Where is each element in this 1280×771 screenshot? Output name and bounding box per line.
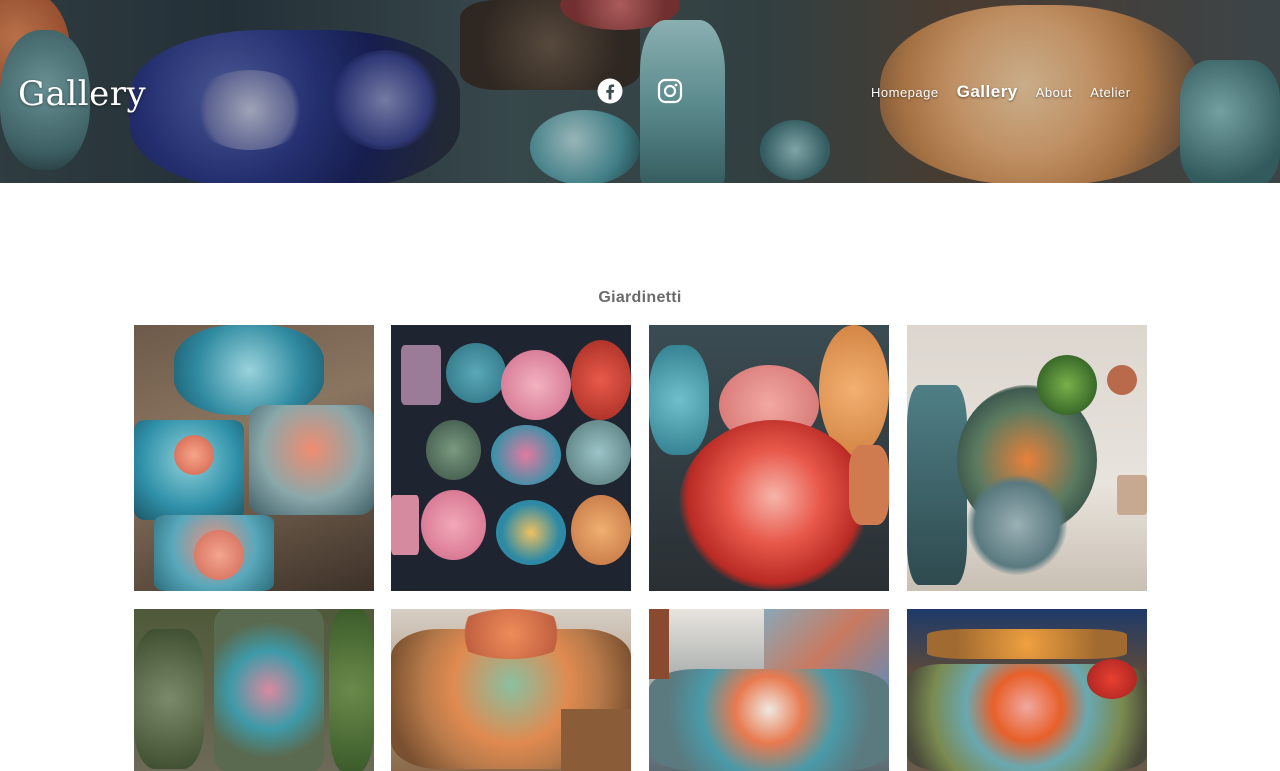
hero-banner: Gallery Homepage Gallery About Atelier [0,0,1280,183]
gallery-image[interactable] [907,325,1147,591]
section-title: Giardinetti [598,289,682,306]
nav-item-homepage[interactable]: Homepage [871,85,939,100]
site-title[interactable]: Gallery [18,74,146,114]
gallery-image[interactable] [134,609,374,771]
gallery-image[interactable] [649,609,889,771]
instagram-icon[interactable] [657,78,683,104]
gallery-image[interactable] [391,609,631,771]
main-nav: Homepage Gallery About Atelier [871,82,1149,102]
gallery-image[interactable] [649,325,889,591]
facebook-icon[interactable] [597,78,623,104]
nav-item-atelier[interactable]: Atelier [1090,85,1130,100]
gallery-image[interactable] [907,609,1147,771]
gallery-image[interactable] [391,325,631,591]
nav-item-gallery[interactable]: Gallery [957,82,1018,102]
gallery-image[interactable] [134,325,374,591]
nav-item-about[interactable]: About [1036,85,1072,100]
